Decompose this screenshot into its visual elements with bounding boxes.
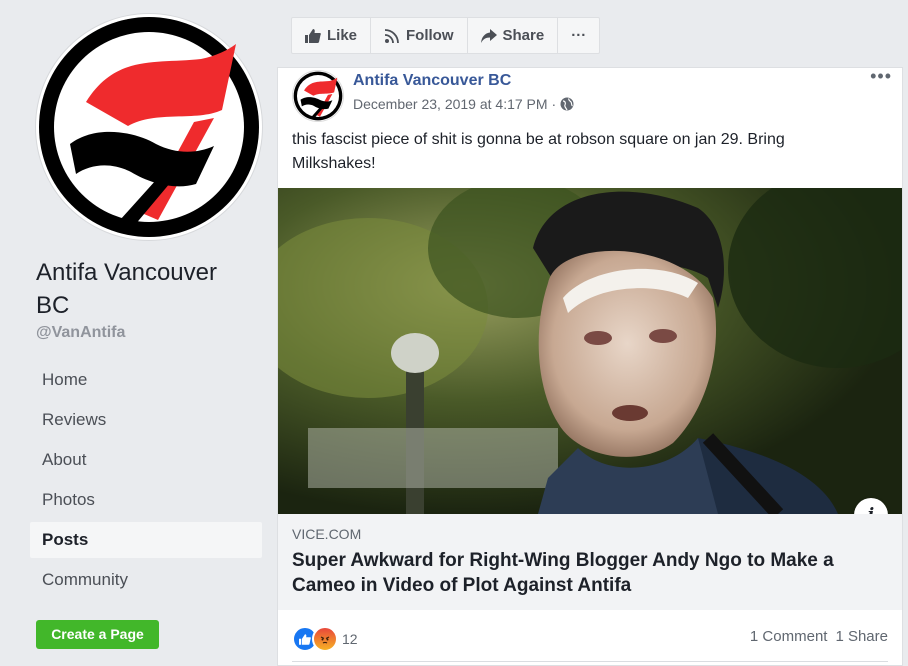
share-label: Share bbox=[502, 27, 545, 44]
post-message: this fascist piece of shit is gonna be a… bbox=[292, 131, 785, 172]
engagement-summary: 1 Comment 1 Share bbox=[750, 628, 888, 645]
link-preview-details[interactable]: VICE.COM Super Awkward for Right-Wing Bl… bbox=[278, 514, 902, 610]
share-page-button[interactable]: Share bbox=[468, 18, 559, 53]
nav-item-home[interactable]: Home bbox=[30, 362, 262, 398]
post-timestamp[interactable]: December 23, 2019 at 4:17 PM · bbox=[353, 96, 556, 112]
more-options-button[interactable]: ··· bbox=[558, 18, 599, 53]
post-author-name[interactable]: Antifa Vancouver BC bbox=[353, 72, 511, 90]
page-navigation: Home Reviews About Photos Posts Communit… bbox=[30, 362, 262, 602]
follow-label: Follow bbox=[406, 27, 454, 44]
like-page-button[interactable]: Like bbox=[292, 18, 372, 53]
follow-icon bbox=[384, 28, 399, 43]
create-page-button[interactable]: Create a Page bbox=[36, 620, 159, 649]
reaction-count: 12 bbox=[342, 631, 358, 647]
nav-item-photos[interactable]: Photos bbox=[30, 482, 262, 518]
angry-reaction-icon bbox=[312, 626, 338, 652]
nav-item-posts[interactable]: Posts bbox=[30, 522, 262, 558]
nav-item-reviews[interactable]: Reviews bbox=[30, 402, 262, 438]
follow-page-button[interactable]: Follow bbox=[371, 18, 468, 53]
post-options-icon[interactable]: ••• bbox=[870, 66, 892, 87]
page-title[interactable]: Antifa Vancouver BC bbox=[36, 256, 256, 322]
link-title[interactable]: Super Awkward for Right-Wing Blogger And… bbox=[292, 548, 872, 598]
comment-count-link[interactable]: 1 Comment bbox=[750, 628, 828, 645]
post-card: Antifa Vancouver BC December 23, 2019 at… bbox=[277, 66, 903, 666]
globe-icon bbox=[560, 97, 574, 111]
post-author-avatar[interactable] bbox=[292, 70, 344, 122]
antifa-flag-logo-icon bbox=[39, 17, 259, 237]
like-icon bbox=[305, 28, 321, 43]
link-preview-image[interactable] bbox=[278, 188, 902, 514]
page-profile-picture[interactable] bbox=[36, 14, 262, 240]
share-icon bbox=[480, 28, 497, 43]
post-timestamp-row: December 23, 2019 at 4:17 PM · bbox=[353, 96, 574, 112]
share-count-link[interactable]: 1 Share bbox=[835, 628, 888, 645]
divider bbox=[292, 661, 888, 662]
page-sidebar: Antifa Vancouver BC @VanAntifa Home Revi… bbox=[0, 0, 276, 664]
like-label: Like bbox=[327, 27, 358, 44]
link-domain: VICE.COM bbox=[292, 526, 362, 542]
antifa-flag-avatar-icon bbox=[293, 71, 343, 121]
photo-man-with-milkshake bbox=[278, 188, 902, 514]
reactions-summary[interactable]: 12 bbox=[292, 626, 358, 652]
nav-item-about[interactable]: About bbox=[30, 442, 262, 478]
page-action-bar: Like Follow Share ··· bbox=[291, 17, 601, 54]
nav-item-community[interactable]: Community bbox=[30, 562, 262, 598]
page-username: @VanAntifa bbox=[36, 324, 126, 341]
